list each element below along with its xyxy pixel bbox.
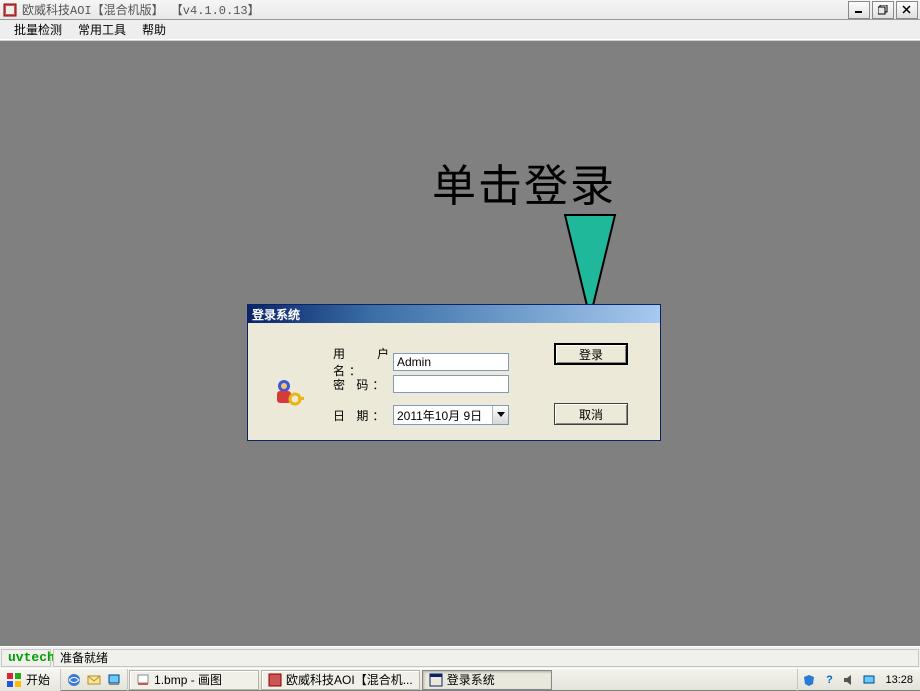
login-button-label: 登录: [579, 346, 603, 363]
task-paint[interactable]: 1.bmp - 画图: [129, 670, 259, 690]
start-button[interactable]: 开始: [0, 669, 61, 691]
chevron-down-icon[interactable]: [492, 406, 508, 424]
restore-button[interactable]: [872, 1, 894, 19]
annotation-text: 单击登录: [432, 150, 616, 214]
minimize-button[interactable]: [848, 1, 870, 19]
close-button[interactable]: [896, 1, 918, 19]
mail-icon[interactable]: [85, 671, 103, 689]
username-label: 用户名：: [333, 345, 393, 379]
tray-monitor-icon[interactable]: [862, 673, 876, 687]
date-picker[interactable]: 2011年10月 9日: [393, 405, 509, 425]
task-aoi-app[interactable]: 欧威科技AOI【混合机...: [261, 670, 420, 690]
taskbar-clock[interactable]: 13:28: [882, 674, 916, 686]
client-area: 单击登录 登录系统 用户名： 密 码：: [0, 42, 920, 644]
taskbar: 开始 1.bmp - 画图 欧威科技AOI【混合机... 登录系统 ? 13:2…: [0, 668, 920, 690]
login-button[interactable]: 登录: [554, 343, 628, 365]
date-picker-value: 2011年10月 9日: [394, 407, 492, 424]
app-title: 欧威科技AOI【混合机版】 【v4.1.0.13】: [22, 1, 260, 18]
tray-help-icon[interactable]: ?: [822, 673, 836, 687]
ie-icon[interactable]: [65, 671, 83, 689]
login-dialog-title: 登录系统: [248, 305, 660, 323]
paint-icon: [136, 673, 150, 687]
windows-logo-icon: [6, 672, 22, 688]
login-dialog: 登录系统 用户名： 密 码： 日 期：: [247, 304, 661, 441]
menu-batch-detect[interactable]: 批量检测: [6, 19, 70, 40]
app-icon-small: [268, 673, 282, 687]
dialog-icon-small: [429, 673, 443, 687]
password-input[interactable]: [393, 375, 509, 393]
login-dialog-body: 用户名： 密 码： 日 期： 2011年10月 9日 登录: [248, 323, 660, 440]
menu-common-tools[interactable]: 常用工具: [70, 19, 134, 40]
task-login-dialog[interactable]: 登录系统: [422, 670, 552, 690]
status-brand: uvtech: [1, 649, 51, 667]
task-aoi-label: 欧威科技AOI【混合机...: [286, 671, 413, 688]
password-label: 密 码：: [333, 376, 393, 393]
cancel-button[interactable]: 取消: [554, 403, 628, 425]
statusbar: uvtech 准备就绪: [0, 646, 920, 668]
login-user-key-icon: [272, 377, 304, 409]
date-label: 日 期：: [333, 407, 393, 424]
tray-volume-icon[interactable]: [842, 673, 856, 687]
username-input[interactable]: [393, 353, 509, 371]
tray-shield-icon[interactable]: [802, 673, 816, 687]
cancel-button-label: 取消: [579, 406, 603, 423]
status-text: 准备就绪: [53, 649, 919, 667]
quick-launch: [61, 669, 128, 691]
task-login-label: 登录系统: [447, 671, 495, 688]
app-titlebar: 欧威科技AOI【混合机版】 【v4.1.0.13】: [0, 0, 920, 20]
app-icon: [2, 2, 18, 18]
menubar: 批量检测 常用工具 帮助: [0, 20, 920, 40]
task-paint-label: 1.bmp - 画图: [154, 671, 222, 688]
start-button-label: 开始: [26, 671, 50, 688]
menu-help[interactable]: 帮助: [134, 19, 174, 40]
system-tray: ? 13:28: [797, 669, 920, 691]
show-desktop-icon[interactable]: [105, 671, 123, 689]
